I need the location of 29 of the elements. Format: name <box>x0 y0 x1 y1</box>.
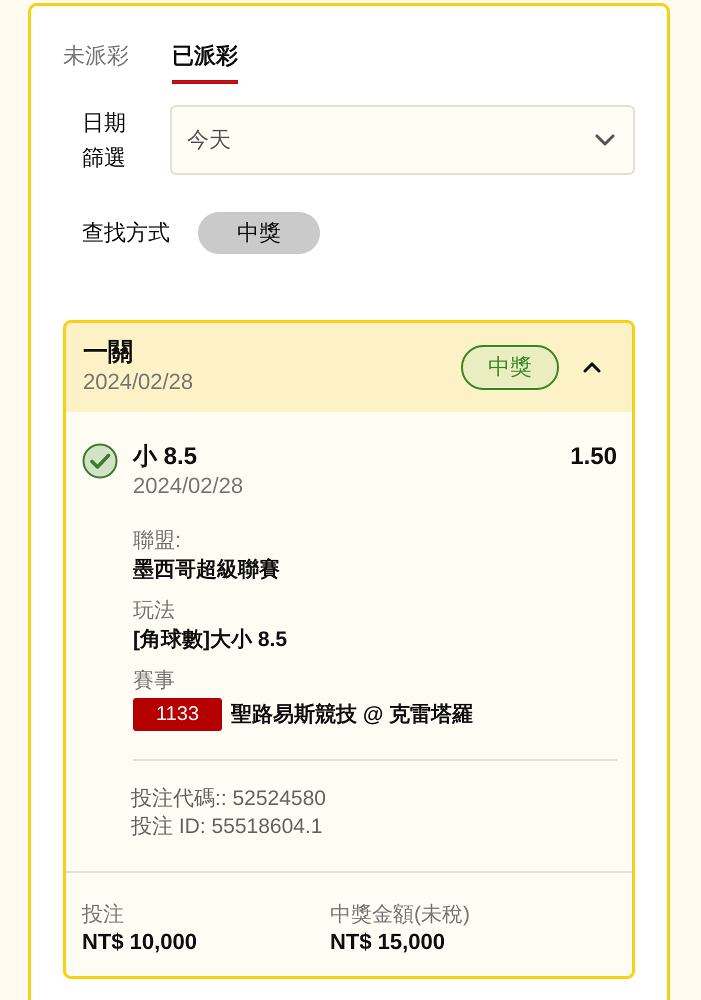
chevron-down-icon <box>595 134 615 146</box>
selection-name: 小 8.5 <box>133 442 198 472</box>
summary-label: 投注 <box>82 902 125 928</box>
filter-chip[interactable]: 中獎 <box>198 212 320 254</box>
tab[interactable]: 已派彩 <box>172 42 238 84</box>
bet-date: 2024/02/28 <box>83 368 194 396</box>
caret-icon[interactable] <box>583 362 601 372</box>
select-value: 今天 <box>187 126 231 154</box>
bet-type: 一關 <box>83 337 134 367</box>
bet-card-header[interactable]: 一關 2024/02/28 中獎 <box>66 323 632 412</box>
tab[interactable]: 未派彩 <box>63 42 129 84</box>
search-method-label: 查找方式 <box>82 219 170 247</box>
summary-label: 中獎金額(未稅) <box>330 902 471 928</box>
summary-amount: NT$ 10,000 <box>82 928 198 956</box>
match-number-badge: 1133 <box>133 698 222 731</box>
match-name: 聖路易斯競技 @ 克雷塔羅 <box>231 702 474 728</box>
detail-label: 玩法 <box>133 598 176 624</box>
detail-label: 聯盟: <box>133 528 182 554</box>
bet-id: 投注 ID: 55518604.1 <box>131 814 324 840</box>
detail-value: [角球數]大小 8.5 <box>133 627 288 653</box>
detail-label: 賽事 <box>133 668 176 694</box>
odds: 1.50 <box>570 442 617 472</box>
date-select[interactable]: 今天 <box>170 105 635 175</box>
status-badge: 中獎 <box>461 344 559 390</box>
bet-code: 投注代碼:: 52524580 <box>131 786 327 812</box>
summary-amount: NT$ 15,000 <box>330 928 446 956</box>
date-filter-label: 日期篩選 <box>82 109 126 172</box>
detail-value: 墨西哥超級聯賽 <box>133 556 281 583</box>
selection-date: 2024/02/28 <box>133 472 244 500</box>
